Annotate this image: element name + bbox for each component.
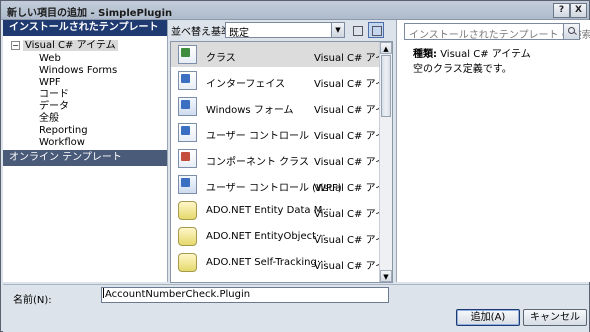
name-field[interactable]: AccountNumberCheck.Plugin	[101, 287, 389, 303]
cancel-button[interactable]: キャンセル	[523, 309, 587, 326]
tree-item-windows-forms[interactable]: Windows Forms	[39, 65, 117, 77]
item-name: Windows フォーム	[206, 105, 294, 116]
add-button[interactable]: 追加(A)	[456, 309, 520, 326]
tree-item-code[interactable]: コード	[39, 89, 69, 101]
item-name: ユーザー コントロール	[206, 131, 309, 142]
chevron-down-icon[interactable]: ▼	[331, 23, 344, 37]
list-item[interactable]: クラス Visual C# アイテム	[171, 42, 392, 67]
list-item[interactable]: Windows フォーム Visual C# アイテム	[171, 94, 392, 119]
detail-view-icon	[372, 26, 382, 36]
template-list-panel: 並べ替え基準: 既定 ▼ クラス Visual C# アイテム インターフェイス…	[168, 20, 393, 283]
entity-data-model-icon	[178, 201, 197, 220]
class-icon	[178, 45, 197, 64]
detail-view-button[interactable]	[368, 22, 384, 38]
add-new-item-dialog: 新しい項目の追加 - SimplePlugin ? X インストールされたテンプ…	[0, 0, 590, 332]
user-control-icon	[178, 123, 197, 142]
list-item[interactable]: ADO.NET Entity Data M··· Visual C# アイテム	[171, 198, 392, 223]
tree-root-visual-csharp[interactable]: − Visual C# アイテム	[11, 39, 118, 52]
details-panel: インストールされたテンプレート の検索 種類: Visual C# アイテム 空…	[396, 20, 590, 282]
text-cursor	[103, 288, 104, 298]
windows-form-icon	[178, 97, 197, 116]
name-value: AccountNumberCheck.Plugin	[105, 289, 251, 300]
type-label: 種類:	[413, 49, 437, 60]
tree-item-wpf[interactable]: WPF	[39, 77, 61, 89]
dialog-title: 新しい項目の追加 - SimplePlugin	[7, 8, 173, 19]
type-value: Visual C# アイテム	[440, 49, 531, 60]
component-class-icon	[178, 149, 197, 168]
tree-item-workflow[interactable]: Workflow	[39, 137, 85, 149]
item-name: コンポーネント クラス	[206, 157, 309, 168]
tree-item-general[interactable]: 全般	[39, 113, 59, 125]
template-tree-panel: インストールされたテンプレート − Visual C# アイテム Web Wind…	[3, 20, 168, 282]
item-name: ADO.NET EntityObject···	[206, 231, 326, 242]
installed-templates-header[interactable]: インストールされたテンプレート	[3, 20, 167, 36]
search-icon	[568, 27, 575, 34]
collapse-toggle-icon[interactable]: −	[11, 40, 20, 50]
bottom-bar: 名前(N): AccountNumberCheck.Plugin 追加(A) キ…	[3, 284, 589, 332]
list-item[interactable]: コンポーネント クラス Visual C# アイテム	[171, 146, 392, 171]
scroll-down-icon[interactable]: ▼	[380, 270, 392, 282]
scroll-up-icon[interactable]: ▲	[380, 42, 392, 54]
entityobject-generator-icon	[178, 227, 197, 246]
sort-value: 既定	[229, 28, 249, 39]
online-templates-header[interactable]: オンライン テンプレート	[3, 150, 167, 166]
template-list: クラス Visual C# アイテム インターフェイス Visual C# アイ…	[170, 41, 393, 283]
list-item[interactable]: ADO.NET EntityObject··· Visual C# アイテム	[171, 224, 392, 249]
item-name: ADO.NET Self-Tracking···	[206, 257, 327, 268]
sort-dropdown[interactable]: 既定 ▼	[225, 22, 345, 39]
list-view-icon	[353, 26, 363, 36]
title-bar: 新しい項目の追加 - SimplePlugin ? X	[1, 1, 589, 20]
list-item[interactable]: ユーザー コントロール Visual C# アイテム	[171, 120, 392, 145]
scroll-thumb[interactable]	[381, 55, 391, 117]
interface-icon	[178, 71, 197, 90]
template-search-box[interactable]: インストールされたテンプレート の検索	[404, 23, 590, 41]
help-button[interactable]: ?	[553, 3, 570, 18]
item-name: ADO.NET Entity Data M···	[206, 205, 332, 216]
list-item[interactable]: ADO.NET Self-Tracking··· Visual C# アイテム	[171, 250, 392, 275]
tree-item-reporting[interactable]: Reporting	[39, 125, 88, 137]
list-view-button[interactable]	[349, 22, 365, 38]
list-item[interactable]: インターフェイス Visual C# アイテム	[171, 68, 392, 93]
search-button[interactable]	[563, 24, 579, 39]
item-name: インターフェイス	[206, 79, 286, 90]
template-description: 空のクラス定義です。	[413, 64, 512, 75]
name-label: 名前(N):	[13, 295, 52, 306]
self-tracking-entity-icon	[178, 253, 197, 272]
close-button[interactable]: X	[570, 3, 587, 18]
wpf-user-control-icon	[178, 175, 197, 194]
list-item[interactable]: ユーザー コントロール (WPF) Visual C# アイテム	[171, 172, 392, 197]
tree-item-data[interactable]: データ	[39, 101, 69, 113]
item-name: クラス	[206, 53, 236, 64]
tree-root-label: Visual C# アイテム	[23, 40, 118, 51]
type-info: 種類: Visual C# アイテム	[413, 45, 531, 60]
tree-item-web[interactable]: Web	[39, 53, 61, 65]
template-list-scrollbar[interactable]: ▲ ▼	[379, 42, 392, 282]
